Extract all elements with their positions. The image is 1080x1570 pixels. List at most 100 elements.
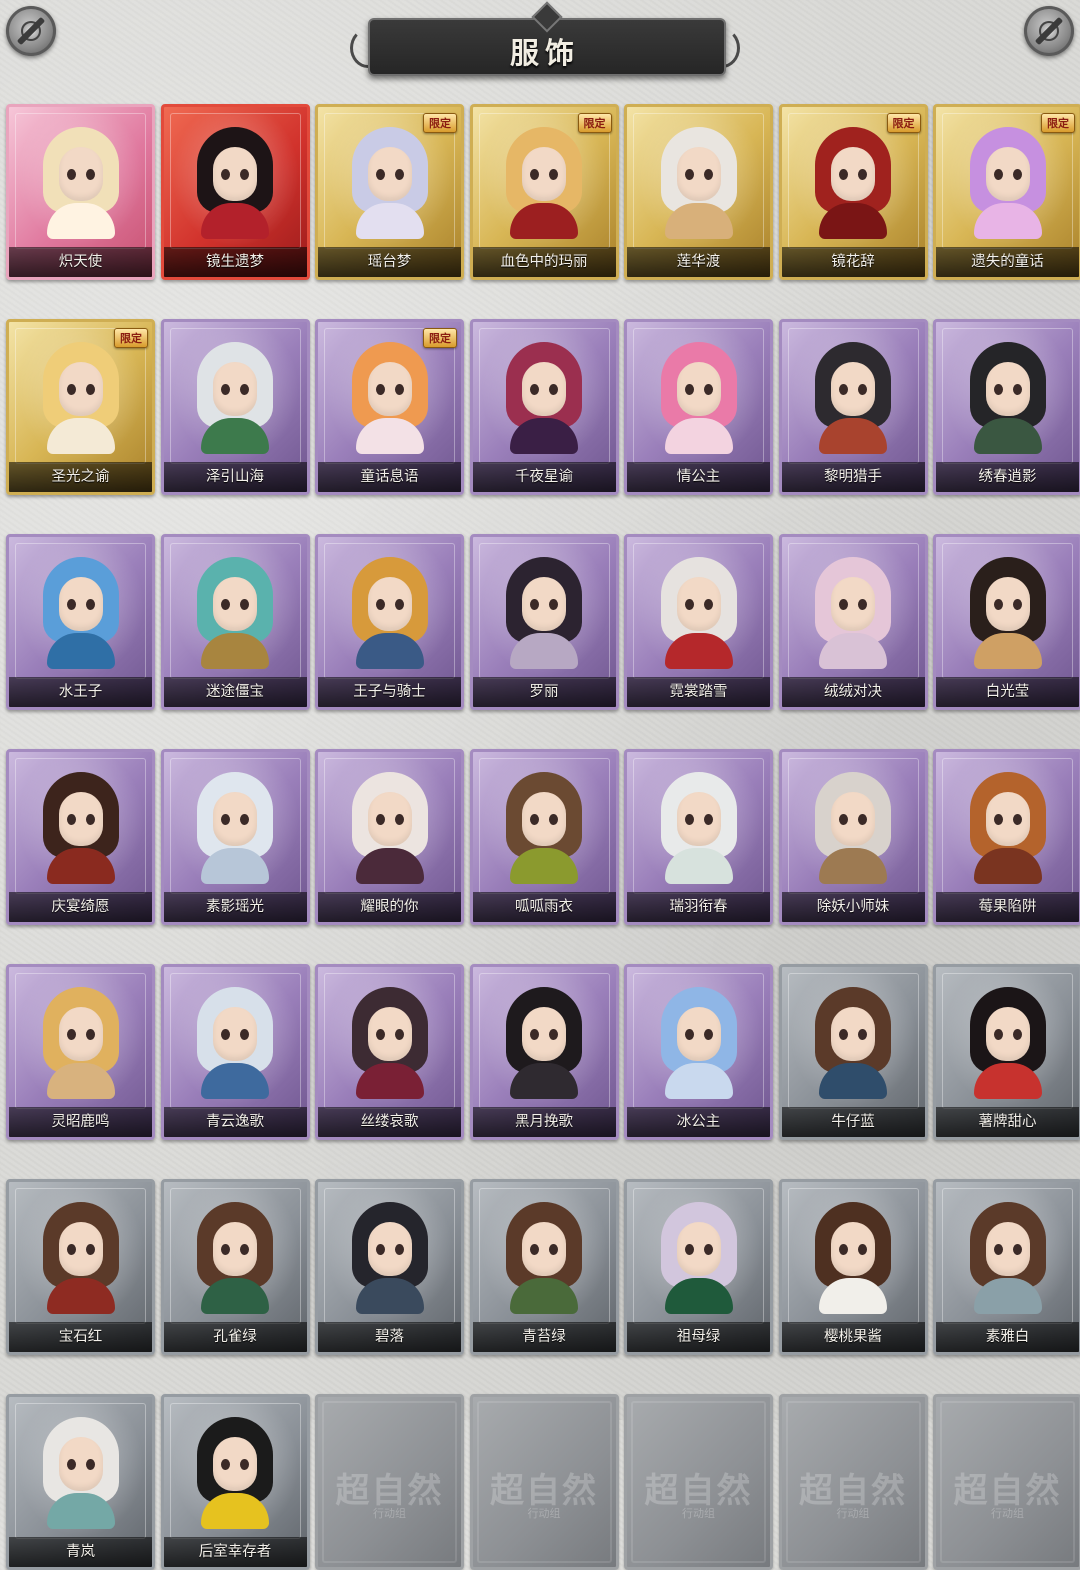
costume-card[interactable]: 莲华渡 <box>624 104 773 280</box>
portrait-eye <box>375 384 385 395</box>
costume-card[interactable]: 莓果陷阱 <box>933 749 1080 925</box>
portrait-eye <box>85 1459 95 1470</box>
costume-card[interactable]: 丝缕哀歌 <box>315 964 464 1140</box>
costume-card[interactable]: 镜生遗梦 <box>160 104 310 280</box>
costume-card[interactable]: 樱桃果酱 <box>778 1179 928 1355</box>
settings-dial-icon-left[interactable] <box>6 6 56 56</box>
portrait-eye <box>858 1244 867 1255</box>
costume-card[interactable]: 后室幸存者 <box>160 1394 310 1570</box>
costume-card[interactable]: 限定 圣光之谕 <box>6 319 155 495</box>
costume-name: 除妖小师妹 <box>781 892 925 922</box>
empty-costume-slot: 超自然 行动组 <box>469 1394 619 1570</box>
empty-costume-slot: 超自然 行动组 <box>778 1394 928 1570</box>
costume-name: 薯牌甜心 <box>936 1107 1079 1137</box>
portrait-eye <box>394 1029 404 1040</box>
costume-card[interactable]: 素雅白 <box>933 1179 1080 1355</box>
title-banner: 服饰 <box>350 1 740 84</box>
costume-name: 素影瑶光 <box>163 892 307 922</box>
slot-watermark-sub: 行动组 <box>373 1507 406 1520</box>
portrait-eye <box>66 1029 76 1040</box>
portrait-eye <box>375 1244 385 1255</box>
portrait-eye <box>549 814 558 825</box>
portrait-eye <box>530 814 539 825</box>
costume-name: 素雅白 <box>936 1322 1079 1352</box>
portrait-eye <box>85 599 95 610</box>
portrait-face <box>522 1007 566 1061</box>
portrait-eye <box>66 1459 76 1470</box>
costume-card[interactable]: 冰公主 <box>624 964 773 1140</box>
costume-card[interactable]: 限定 镜花辞 <box>778 104 928 280</box>
costume-card[interactable]: 青云逸歌 <box>160 964 310 1140</box>
portrait-eye <box>684 1244 694 1255</box>
costume-card[interactable]: 牛仔蓝 <box>778 964 928 1140</box>
portrait-face <box>58 577 103 631</box>
costume-name: 黑月挽歌 <box>472 1107 616 1137</box>
costume-card[interactable]: 情公主 <box>624 319 773 495</box>
costume-card[interactable]: 限定 瑶台梦 <box>315 104 464 280</box>
costume-card[interactable]: 白光莹 <box>933 534 1080 710</box>
portrait-eye <box>66 1244 76 1255</box>
portrait-eye <box>549 1029 558 1040</box>
costume-card[interactable]: 青岚 <box>6 1394 155 1570</box>
costume-name: 白光莹 <box>936 677 1079 707</box>
costume-name: 绣春逍影 <box>936 462 1079 492</box>
costume-card[interactable]: 限定 血色中的玛丽 <box>469 104 619 280</box>
portrait-eye <box>221 599 230 610</box>
costume-card[interactable]: 罗丽 <box>469 534 619 710</box>
costume-card[interactable]: 除妖小师妹 <box>778 749 928 925</box>
costume-card[interactable]: 霓裳踏雪 <box>624 534 773 710</box>
costume-card[interactable]: 耀眼的你 <box>315 749 464 925</box>
costume-name: 庆宴绮愿 <box>9 892 152 922</box>
slot-watermark-sub: 行动组 <box>527 1507 561 1520</box>
costume-card[interactable]: 呱呱雨衣 <box>469 749 619 925</box>
costume-card[interactable]: 青苔绿 <box>469 1179 619 1355</box>
character-portrait <box>657 127 741 239</box>
costume-card[interactable]: 绒绒对决 <box>778 534 928 710</box>
portrait-eye <box>221 1244 230 1255</box>
portrait-face <box>213 362 257 416</box>
portrait-face <box>831 362 875 416</box>
costume-card[interactable]: 绣春逍影 <box>933 319 1080 495</box>
portrait-eye <box>394 599 404 610</box>
costume-card[interactable]: 灵昭鹿鸣 <box>6 964 155 1140</box>
costume-card[interactable]: 水王子 <box>6 534 155 710</box>
character-portrait <box>966 557 1050 669</box>
costume-name: 宝石红 <box>9 1322 152 1352</box>
costume-name: 孔雀绿 <box>163 1322 307 1352</box>
portrait-face <box>522 1222 566 1276</box>
costume-card[interactable]: 限定 遗失的童话 <box>933 104 1080 280</box>
costume-card[interactable]: 黑月挽歌 <box>469 964 619 1140</box>
portrait-eye <box>839 814 848 825</box>
costume-card[interactable]: 黎明猎手 <box>778 319 928 495</box>
slot-watermark-sub: 行动组 <box>682 1507 715 1520</box>
portrait-eye <box>85 384 95 395</box>
portrait-eye <box>85 1244 95 1255</box>
costume-card[interactable]: 碧落 <box>315 1179 464 1355</box>
portrait-face <box>676 147 721 201</box>
portrait-face <box>58 147 103 201</box>
costume-card[interactable]: 千夜星谕 <box>469 319 619 495</box>
costume-name: 丝缕哀歌 <box>318 1107 461 1137</box>
costume-card[interactable]: 庆宴绮愿 <box>6 749 155 925</box>
settings-dial-icon-right[interactable] <box>1024 6 1074 56</box>
character-portrait <box>966 987 1050 1099</box>
costume-card[interactable]: 薯牌甜心 <box>933 964 1080 1140</box>
character-portrait <box>39 772 123 884</box>
costume-card[interactable]: 泽引山海 <box>160 319 310 495</box>
costume-card[interactable]: 炽天使 <box>6 104 155 280</box>
costume-card[interactable]: 祖母绿 <box>624 1179 773 1355</box>
costume-card[interactable]: 瑞羽衔春 <box>624 749 773 925</box>
costume-card[interactable]: 限定 童话息语 <box>315 319 464 495</box>
costume-name: 水王子 <box>9 677 152 707</box>
costume-card[interactable]: 孔雀绿 <box>160 1179 310 1355</box>
costume-name: 王子与骑士 <box>318 677 461 707</box>
costume-card[interactable]: 王子与骑士 <box>315 534 464 710</box>
costume-card[interactable]: 迷途僵宝 <box>160 534 310 710</box>
portrait-face <box>58 792 103 846</box>
portrait-eye <box>839 1029 848 1040</box>
costume-name: 青云逸歌 <box>163 1107 307 1137</box>
costume-card[interactable]: 素影瑶光 <box>160 749 310 925</box>
costume-name: 血色中的玛丽 <box>472 247 616 277</box>
character-portrait <box>193 127 277 239</box>
costume-card[interactable]: 宝石红 <box>6 1179 155 1355</box>
